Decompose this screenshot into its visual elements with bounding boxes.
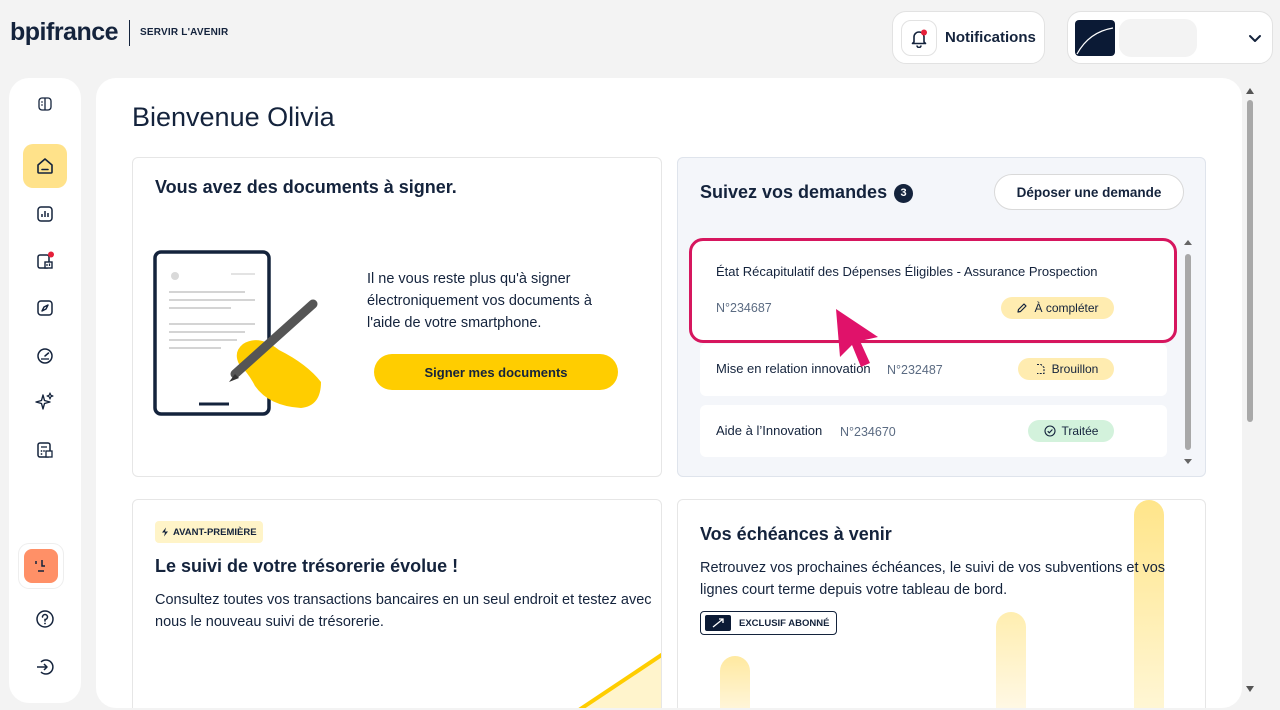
- account-name-placeholder: [1119, 18, 1197, 57]
- chart-icon: [37, 206, 53, 222]
- sign-card-text: Il ne vous reste plus qu'à signer électr…: [367, 271, 592, 331]
- request-item-3[interactable]: Aide à l’Innovation N°234670 Traitée: [700, 405, 1167, 457]
- request-3-number: N°234670: [840, 425, 896, 439]
- request-3-status-badge: Traitée: [1028, 420, 1114, 442]
- deadlines-card-title: Vos échéances à venir: [700, 524, 892, 544]
- main-panel: Bienvenue Olivia Vous avez des documents…: [96, 78, 1242, 708]
- chevron-down-icon: [1248, 31, 1262, 50]
- sidebar-item-simulator[interactable]: [23, 428, 67, 472]
- deadlines-card: Vos échéances à venir Retrouvez vos proc…: [677, 499, 1206, 708]
- logo-tagline: SERVIR L'AVENIR: [140, 27, 229, 38]
- requests-count-badge: 3: [894, 183, 914, 203]
- sparkles-icon: [35, 392, 54, 410]
- request-2-status: Brouillon: [1051, 362, 1099, 376]
- sign-card-title: Vous avez des documents à signer.: [155, 177, 457, 197]
- requests-title-text: Suivez vos demandes: [700, 182, 888, 202]
- check-circle-icon: [1043, 425, 1056, 437]
- sidebar-item-financing[interactable]: [23, 239, 67, 283]
- avatar-face-icon: [24, 549, 58, 583]
- requests-card-title: Suivez vos demandes 3: [700, 182, 914, 203]
- requests-scrollbar[interactable]: [1181, 236, 1195, 470]
- account-switcher[interactable]: [1067, 11, 1273, 64]
- cursor-arrow-icon: [830, 305, 886, 374]
- request-item-1[interactable]: État Récapitulatif des Dépenses Éligible…: [689, 238, 1177, 343]
- sidebar-item-performance[interactable]: [23, 334, 67, 378]
- panel-toggle-icon[interactable]: [23, 82, 67, 126]
- deadlines-card-text: Retrouvez vos prochaines échéances, le s…: [700, 560, 1166, 598]
- sidebar-item-ai[interactable]: [23, 380, 67, 424]
- lightning-icon: [162, 527, 168, 537]
- treasury-card-title: Le suivi de votre trésorerie évolue !: [155, 556, 459, 576]
- preview-tag: AVANT-PREMIÈRE: [155, 521, 263, 543]
- sidebar-item-charts[interactable]: [23, 192, 67, 236]
- request-3-status: Traitée: [1061, 424, 1099, 438]
- sidebar-item-home[interactable]: [23, 144, 67, 188]
- logo-word: bpifrance: [10, 18, 119, 46]
- request-2-number: N°232487: [887, 363, 943, 377]
- financing-icon: [37, 251, 54, 269]
- request-1-number: N°234687: [716, 301, 772, 315]
- requests-card: Suivez vos demandes 3 Déposer une demande…: [677, 157, 1206, 477]
- request-1-status: À compléter: [1034, 301, 1099, 315]
- bell-icon: [901, 19, 937, 56]
- sidebar-item-explore[interactable]: [23, 286, 67, 330]
- sign-documents-button[interactable]: Signer mes documents: [374, 354, 618, 390]
- deadline-deco-bar: [1134, 500, 1164, 708]
- page-title: Bienvenue Olivia: [132, 102, 335, 132]
- subscriber-exclusive-tag: EXCLUSIF ABONNÉ: [700, 611, 838, 635]
- deadline-deco-bar: [720, 656, 750, 708]
- compass-icon: [37, 300, 53, 316]
- treasury-card-text: Consultez toutes vos transactions bancai…: [155, 592, 652, 630]
- page-scrollbar[interactable]: [1243, 82, 1257, 700]
- pencil-icon: [1017, 303, 1028, 313]
- submit-request-button[interactable]: Déposer une demande: [994, 174, 1184, 210]
- sidebar: [9, 78, 81, 703]
- home-icon: [37, 158, 53, 174]
- tablet-signature-illustration: [151, 246, 331, 427]
- request-1-status-badge: À compléter: [1001, 297, 1114, 319]
- gauge-icon: [37, 348, 53, 364]
- sign-documents-card: Vous avez des documents à signer. Il ne …: [132, 157, 662, 477]
- logout-icon[interactable]: [23, 645, 67, 689]
- treasury-card: AVANT-PREMIÈRE Le suivi de votre trésore…: [132, 499, 662, 708]
- calculator-icon: [37, 442, 53, 458]
- request-item-2[interactable]: Mise en relation innovation N°232487 Bro…: [700, 344, 1167, 396]
- request-1-name: État Récapitulatif des Dépenses Éligible…: [716, 264, 1098, 279]
- request-2-status-badge: Brouillon: [1018, 358, 1114, 380]
- notifications-button[interactable]: Notifications: [892, 11, 1045, 64]
- draft-icon: [1036, 363, 1045, 375]
- subscriber-tag-label: EXCLUSIF ABONNÉ: [739, 617, 830, 629]
- company-logo: [1075, 19, 1115, 56]
- subscriber-icon: [705, 615, 731, 631]
- request-3-name: Aide à l’Innovation: [716, 423, 823, 438]
- user-avatar[interactable]: [19, 544, 63, 588]
- logo-separator: [129, 19, 131, 46]
- top-bar: bpifrance SERVIR L'AVENIR Notifications: [0, 0, 1280, 70]
- help-icon[interactable]: [23, 597, 67, 641]
- deadline-deco-bar: [996, 612, 1026, 708]
- bpifrance-logo[interactable]: bpifrance SERVIR L'AVENIR: [10, 18, 228, 47]
- preview-tag-label: AVANT-PREMIÈRE: [173, 526, 257, 538]
- notifications-label: Notifications: [945, 29, 1036, 46]
- treasury-decoration: [133, 640, 661, 708]
